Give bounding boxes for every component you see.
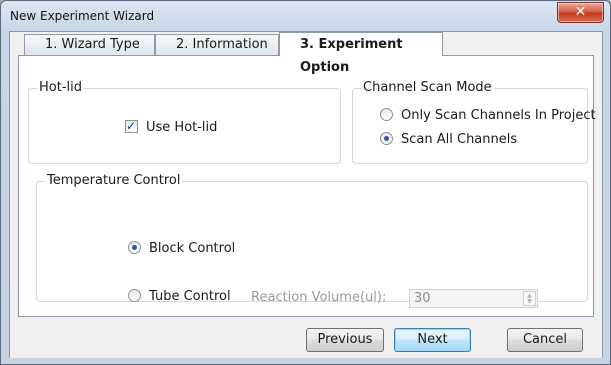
use-hotlid-label: Use Hot-lid xyxy=(146,120,218,135)
window-title: New Experiment Wizard xyxy=(10,9,155,23)
reaction-volume-value: 30 xyxy=(414,291,431,306)
title-bar[interactable]: New Experiment Wizard ✕ xyxy=(1,1,610,31)
tab-wizard-type[interactable]: 1. Wizard Type xyxy=(24,34,155,55)
radio-button-selected-icon xyxy=(128,241,141,254)
radio-only-scan-channels[interactable]: Only Scan Channels In Project xyxy=(380,108,596,124)
tab-experiment-option[interactable]: 3. Experiment Option xyxy=(279,32,443,75)
button-bar: Previous Next Cancel xyxy=(10,318,602,358)
use-hotlid-checkbox[interactable]: ✓ Use Hot-lid xyxy=(125,119,218,136)
radio-label: Tube Control xyxy=(149,289,231,304)
reaction-volume-spinbox[interactable]: 30 ▲ ▼ xyxy=(409,289,538,308)
previous-button[interactable]: Previous xyxy=(306,328,384,352)
checkmark-icon: ✓ xyxy=(126,119,137,133)
channel-scan-group-label: Channel Scan Mode xyxy=(361,80,494,96)
radio-button-selected-icon xyxy=(380,132,393,145)
close-button[interactable]: ✕ xyxy=(557,2,604,23)
tab-information[interactable]: 2. Information xyxy=(155,34,279,55)
tab-strip: 1. Wizard Type 2. Information 3. Experim… xyxy=(10,32,602,75)
radio-label: Block Control xyxy=(149,241,236,256)
hotlid-group: Hot-lid ✓ Use Hot-lid xyxy=(28,80,341,164)
close-icon: ✕ xyxy=(574,4,587,20)
tab-label: 2. Information xyxy=(176,37,268,52)
spin-down-icon: ▼ xyxy=(527,298,532,305)
wizard-window: New Experiment Wizard ✕ 1. Wizard Type 2… xyxy=(0,0,611,365)
channel-scan-group: Channel Scan Mode Only Scan Channels In … xyxy=(352,80,596,164)
radio-tube-control[interactable]: Tube Control xyxy=(128,289,231,305)
checkbox-box: ✓ xyxy=(125,119,138,133)
cancel-button[interactable]: Cancel xyxy=(507,328,583,352)
radio-block-control[interactable]: Block Control xyxy=(128,241,235,257)
radio-button-icon xyxy=(128,289,141,302)
tab-label: 1. Wizard Type xyxy=(45,37,140,52)
experiment-option-panel: Hot-lid ✓ Use Hot-lid Channel Scan Mode O… xyxy=(18,55,596,317)
temperature-group-label: Temperature Control xyxy=(45,173,183,189)
radio-label: Scan All Channels xyxy=(401,132,518,147)
temperature-control-group: Temperature Control xyxy=(36,173,588,302)
next-button[interactable]: Next xyxy=(394,328,471,352)
radio-label: Only Scan Channels In Project xyxy=(401,108,596,123)
radio-button-icon xyxy=(380,108,393,121)
hotlid-group-label: Hot-lid xyxy=(37,80,84,96)
reaction-volume-label: Reaction Volume(ul): xyxy=(251,290,387,305)
spin-buttons[interactable]: ▲ ▼ xyxy=(523,291,536,306)
radio-scan-all-channels[interactable]: Scan All Channels xyxy=(380,132,517,148)
dialog-client-area: 1. Wizard Type 2. Information 3. Experim… xyxy=(9,31,603,358)
